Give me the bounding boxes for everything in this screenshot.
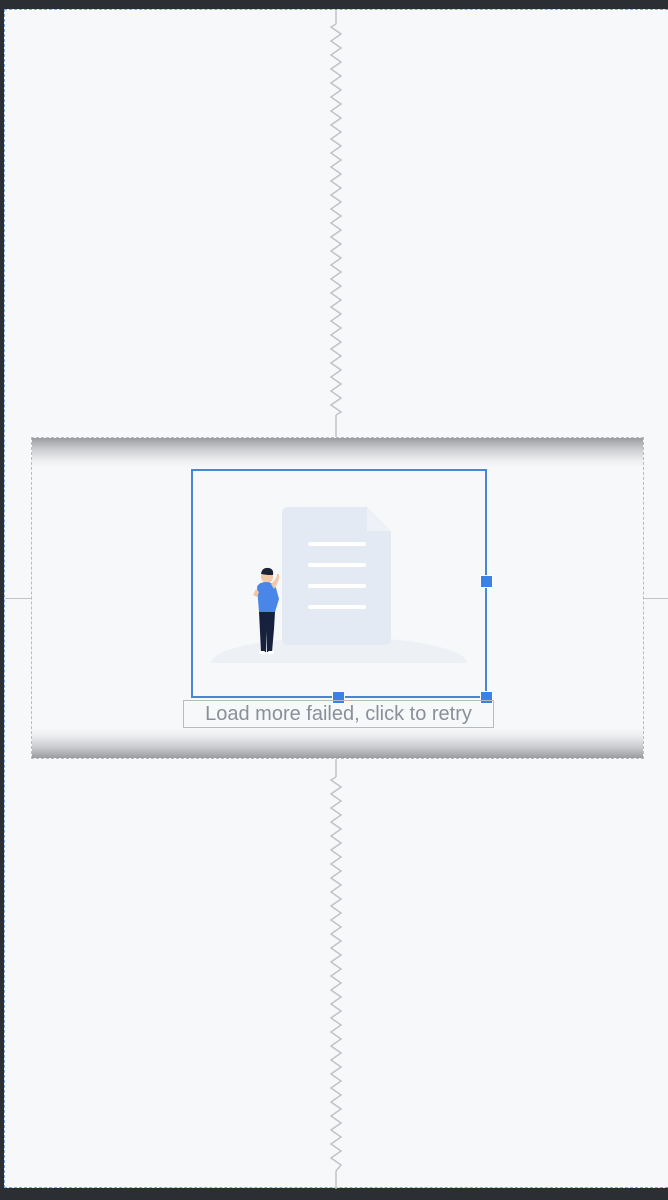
load-more-footer[interactable]: Load more failed, click to retry	[31, 437, 644, 759]
right-constraint-line	[643, 598, 668, 599]
empty-document-illustration-icon	[193, 507, 485, 696]
container-top-shade	[32, 438, 643, 468]
empty-state-image[interactable]	[191, 469, 487, 698]
resize-handle-right[interactable]	[480, 575, 493, 588]
left-constraint-line	[5, 598, 31, 599]
retry-text[interactable]: Load more failed, click to retry	[183, 700, 494, 728]
top-constraint-spring	[330, 10, 342, 437]
design-canvas: Load more failed, click to retry	[4, 9, 668, 1189]
bottom-constraint-spring	[330, 759, 342, 1189]
container-bottom-shade	[32, 728, 643, 758]
